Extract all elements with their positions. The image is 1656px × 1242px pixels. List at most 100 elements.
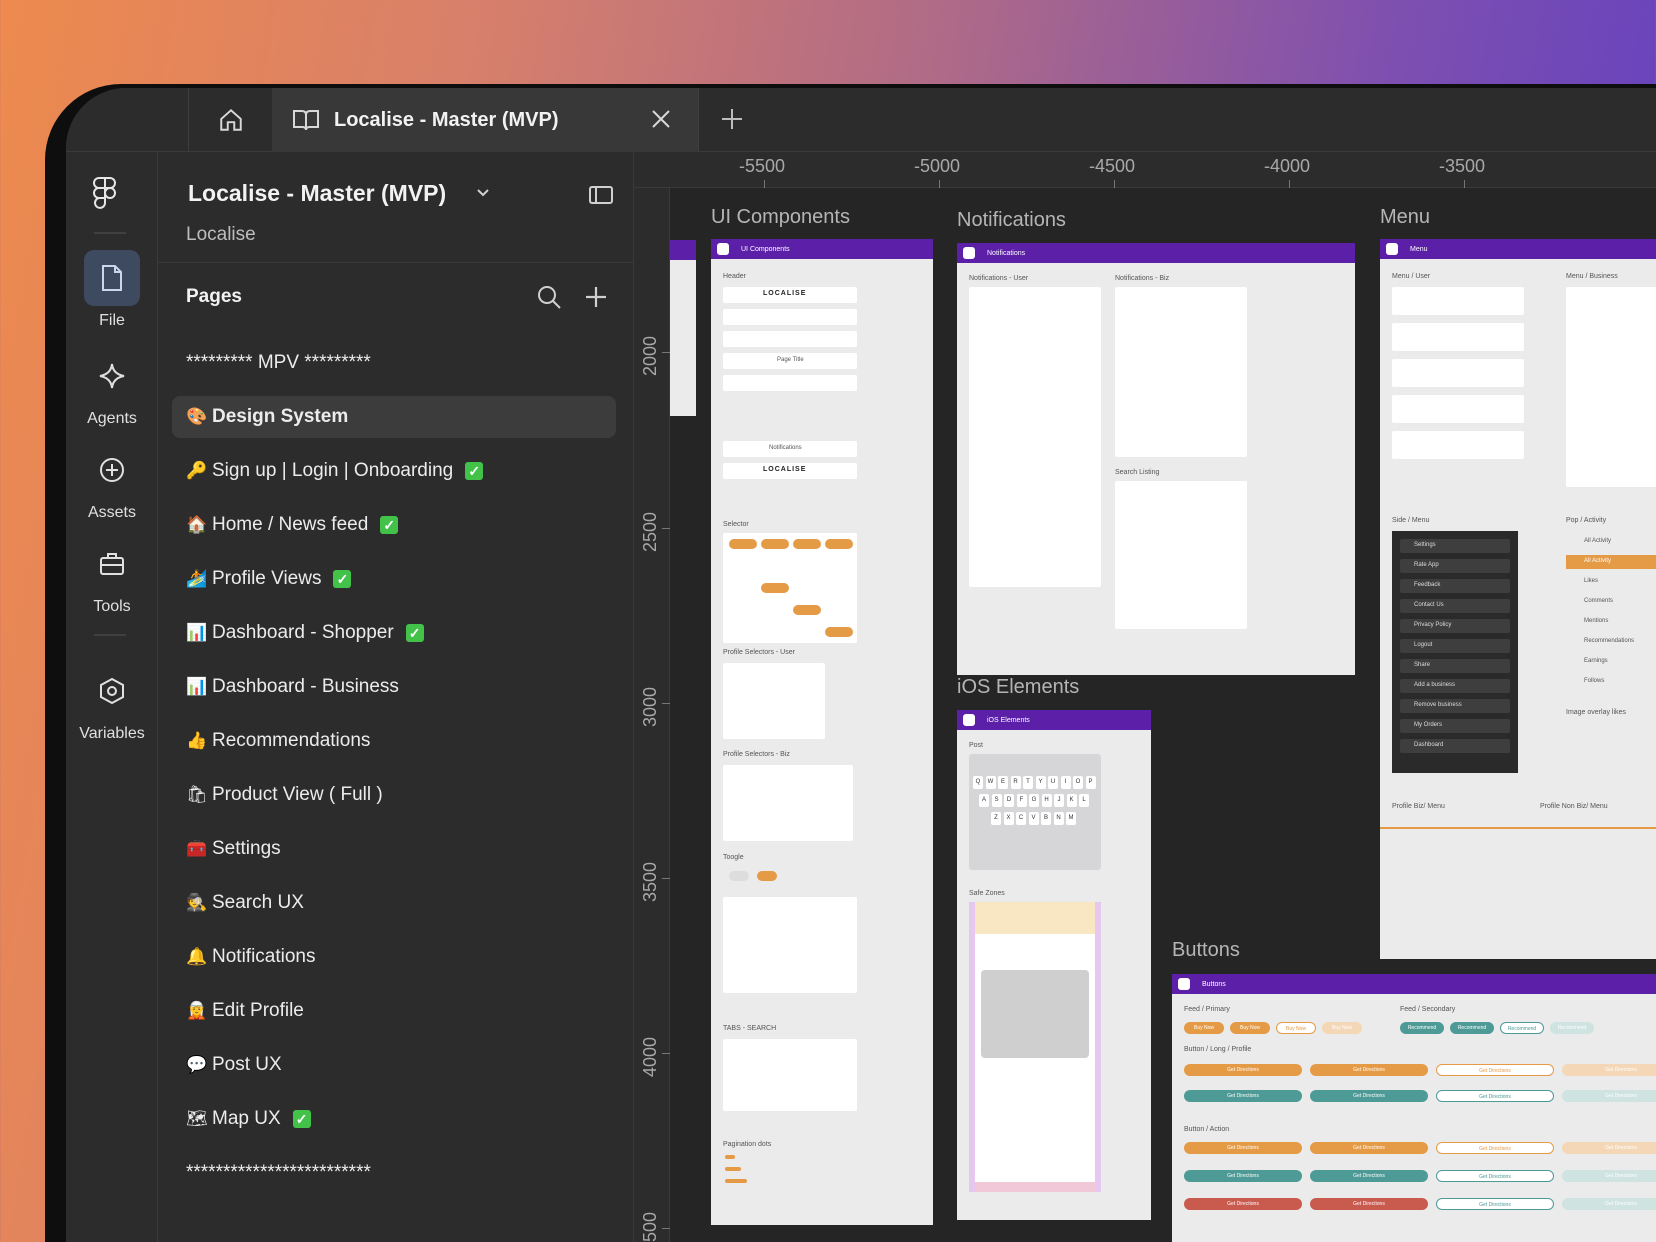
sample-button: Get Directions (1562, 1170, 1656, 1182)
frame-ios-elements[interactable]: iOS Elements Post QWERTYUIOP ASDFGHJKL ZXC… (957, 710, 1151, 1220)
page-item[interactable]: 🔔 Notifications (172, 936, 616, 978)
page-label: Home / News feed (212, 514, 369, 535)
sample-button: Get Directions (1310, 1142, 1428, 1154)
home-tab[interactable] (201, 102, 261, 138)
close-icon[interactable] (650, 108, 672, 130)
page-emoji-icon: 🏠 (186, 515, 208, 534)
frame-label-buttons[interactable]: Buttons (1172, 939, 1240, 962)
checkmark-icon: ✓ (380, 516, 399, 534)
frame-buttons[interactable]: Buttons Feed / Primary Feed / Secondary … (1172, 974, 1656, 1242)
rail-assets-button[interactable]: Assets (78, 442, 146, 522)
page-item[interactable]: 🏠 Home / News feed ✓ (172, 504, 616, 546)
page-item[interactable]: ********* MPV ********* (172, 342, 616, 384)
ruler-tick (662, 1228, 670, 1229)
page-item[interactable]: 🧰 Settings (172, 828, 616, 870)
page-item[interactable]: 🏄 Profile Views ✓ (172, 558, 616, 600)
section-label: Menu / User (1392, 273, 1431, 280)
notification-list-user (969, 287, 1101, 587)
side-menu-item: My Orders (1400, 719, 1510, 733)
rail-divider (94, 232, 126, 234)
frame-label-ios-elements[interactable]: iOS Elements (957, 676, 1079, 699)
panel-toggle-icon[interactable] (588, 184, 614, 206)
pop-menu-item: Mentions (1566, 615, 1656, 629)
sample-button: Get Directions (1436, 1142, 1554, 1154)
rail-label: Agents (87, 410, 137, 427)
logo-text: LOCALISE (763, 466, 807, 473)
pop-menu-item-label: All Activity (1584, 558, 1612, 564)
sample-button: Get Directions (1184, 1090, 1302, 1102)
file-tab[interactable]: Localise - Master (MVP) (272, 88, 698, 152)
design-canvas[interactable]: -5500 -5000 -4500 -4000 -3500 2000 2500 … (634, 152, 1656, 1242)
section-label: Toogle (723, 854, 744, 861)
rail-variables-button[interactable]: Variables (78, 663, 146, 743)
sample-button: Get Directions (1310, 1198, 1428, 1210)
section-label: Profile Biz/ Menu (1392, 803, 1445, 810)
frame-label-ui-components[interactable]: UI Components (711, 206, 850, 229)
pop-menu-item: Comments (1566, 595, 1656, 609)
profile-selector-sample (723, 765, 853, 841)
ruler-tick (662, 878, 670, 879)
page-label: Notifications (212, 946, 316, 967)
rail-label: Tools (93, 598, 131, 615)
rail-file-button[interactable]: File (78, 250, 146, 330)
page-item[interactable]: 🎨 Design System (172, 396, 616, 438)
page-item[interactable]: 👍 Recommendations (172, 720, 616, 762)
pop-menu-item-label: Mentions (1584, 618, 1609, 624)
keyboard-key: O (1073, 776, 1083, 789)
side-menu-item: Share (1400, 659, 1510, 673)
partial-frame[interactable] (670, 240, 696, 416)
rail-label: Assets (87, 504, 136, 521)
frame-menu[interactable]: Menu Menu / User Menu / Business Side / … (1380, 239, 1656, 959)
frame-ui-components[interactable]: UI Components Header LOCALISE Page Title… (711, 239, 933, 1225)
rail-agents-button[interactable]: Agents (78, 348, 146, 428)
add-page-plus-icon[interactable] (583, 284, 609, 310)
new-tab-plus-icon[interactable] (718, 105, 746, 133)
tabs-search-sample (723, 1039, 857, 1111)
figma-logo-icon[interactable] (93, 176, 117, 210)
page-item[interactable]: 🛍 Product View ( Full ) (172, 774, 616, 816)
page-emoji-icon: 🏄 (186, 569, 208, 588)
side-menu-item-label: Remove business (1414, 702, 1462, 708)
page-title-text: Page Title (777, 357, 804, 363)
page-item[interactable]: 💬 Post UX (172, 1044, 616, 1086)
page-item[interactable]: 🧝 Edit Profile (172, 990, 616, 1032)
page-item[interactable]: 🕵 Search UX (172, 882, 616, 924)
keyboard-key: C (1016, 812, 1026, 825)
chevron-down-icon[interactable] (476, 188, 490, 198)
frame-label-menu[interactable]: Menu (1380, 206, 1430, 229)
ruler-horizontal: -5500 -5000 -4500 -4000 -3500 (634, 152, 1656, 188)
rail-tools-button[interactable]: Tools (78, 536, 146, 616)
pop-menu-item: Likes (1566, 575, 1656, 589)
team-name[interactable]: Localise (186, 224, 256, 246)
menu-bar-sample (1392, 323, 1524, 351)
sample-button: Get Directions (1184, 1142, 1302, 1154)
ruler-label: 2000 (640, 335, 660, 376)
header-sample (723, 309, 857, 325)
sample-button: Get Directions (1184, 1198, 1302, 1210)
sample-button: Get Directions (1310, 1064, 1428, 1076)
frame-notifications[interactable]: Notifications Notifications - User Notif… (957, 243, 1355, 675)
header-sample: Notifications (723, 441, 857, 457)
page-item[interactable]: 📊 Dashboard - Shopper ✓ (172, 612, 616, 654)
file-title[interactable]: Localise - Master (MVP) (188, 180, 446, 207)
frame-header-title: Notifications (987, 249, 1026, 257)
page-item[interactable]: 🗺 Map UX ✓ (172, 1098, 616, 1140)
tab-separator (698, 88, 699, 152)
frame-label-notifications[interactable]: Notifications (957, 209, 1066, 232)
toggle-sample (757, 871, 777, 881)
page-item[interactable]: 🔑 Sign up | Login | Onboarding ✓ (172, 450, 616, 492)
keyboard-key: M (1066, 812, 1076, 825)
menu-bar-sample (1392, 431, 1524, 459)
page-item[interactable]: 📊 Dashboard - Business (172, 666, 616, 708)
checkmark-icon: ✓ (292, 1110, 311, 1128)
page-emoji-icon: 🕵 (186, 893, 208, 912)
side-menu-item: Rate App (1400, 559, 1510, 573)
search-icon[interactable] (536, 284, 562, 310)
ruler-label: 3500 (640, 861, 660, 902)
section-label: Pagination dots (723, 1141, 772, 1148)
page-item[interactable]: ************************* (172, 1152, 616, 1194)
sample-button: Recommend (1500, 1022, 1544, 1034)
page-emoji-icon: 🧰 (186, 839, 208, 858)
pop-menu-item-label: Follows (1584, 678, 1605, 684)
keyboard-key: V (1028, 812, 1039, 825)
